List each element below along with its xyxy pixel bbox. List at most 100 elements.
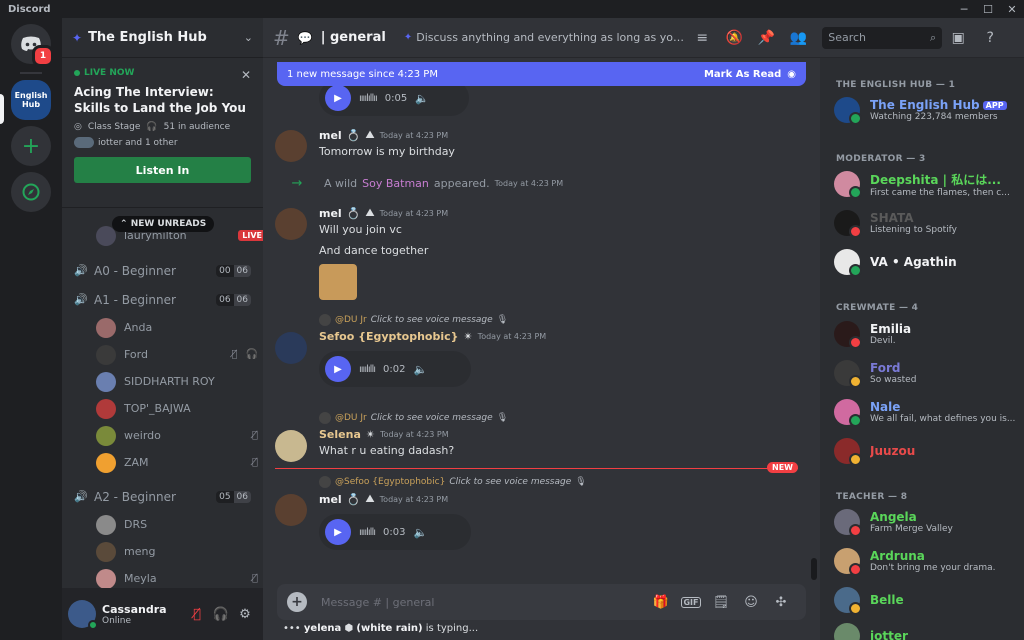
voice-channel-a2[interactable]: 🔊 A2 - Beginner 05 06 <box>62 482 263 511</box>
reply-preview[interactable]: @DU Jr Click to see voice message 🎙 <box>319 412 805 424</box>
add-server-button[interactable]: + <box>11 126 51 166</box>
member-item[interactable]: Angela Farm Merge Valley <box>834 504 1020 540</box>
message: mel 💍 ⛰ Today at 4:23 PM Tomorrow is my bir… <box>275 128 805 162</box>
window-title: Discord <box>8 3 51 15</box>
help-icon[interactable]: ? <box>974 26 1006 50</box>
new-messages-bar[interactable]: 1 new message since 4:23 PM Mark As Read… <box>277 62 806 86</box>
voice-user[interactable]: TOP'_BAJWA <box>96 395 263 422</box>
timestamp: Today at 4:23 PM <box>380 430 449 439</box>
mountain-icon: ⛰ <box>365 206 375 219</box>
scrollbar-thumb[interactable] <box>811 558 817 580</box>
gift-icon[interactable]: 🎁 <box>646 595 676 610</box>
sticker-image[interactable] <box>319 264 357 300</box>
volume-icon[interactable]: 🔈 <box>415 92 429 105</box>
joined-user[interactable]: Soy Batman <box>362 177 429 190</box>
message-author[interactable]: Selena <box>319 428 361 441</box>
mute-mic-icon[interactable]: 🎙̸ <box>185 602 209 626</box>
headphones-icon[interactable]: 🎧 <box>209 602 233 626</box>
message-author[interactable]: mel <box>319 207 342 220</box>
member-item[interactable]: iotter <box>834 618 1020 640</box>
gif-button[interactable]: GIF <box>681 596 701 608</box>
dnd-status-icon <box>849 336 862 349</box>
reply-preview[interactable]: @Sefoo {Egyptophobic} Click to see voice … <box>319 476 805 488</box>
member-item[interactable]: Emilia Devil. <box>834 316 1020 352</box>
member-item[interactable]: Deepshita | 私には... First came the flames,… <box>834 166 1020 202</box>
search-input[interactable]: Search ⌕ <box>822 26 943 49</box>
member-item[interactable]: VA • Agathin <box>834 244 1020 280</box>
attach-plus-icon[interactable]: + <box>287 592 307 612</box>
message-input[interactable]: Message # | general <box>321 596 646 609</box>
channel-topic[interactable]: Discuss anything and everything as long … <box>416 31 686 44</box>
listen-in-button[interactable]: Listen In <box>74 157 251 183</box>
message-author[interactable]: mel <box>319 129 342 142</box>
voice-channel-a0[interactable]: 🔊 A0 - Beginner 00 06 <box>62 256 263 285</box>
user-status: Online <box>102 615 132 626</box>
mobile-status-icon <box>849 414 862 427</box>
server-english-hub[interactable]: English Hub <box>11 80 51 120</box>
volume-icon[interactable]: 🔈 <box>413 363 427 376</box>
user-avatar[interactable] <box>68 600 98 630</box>
user-count: 06 06 <box>216 293 251 306</box>
selected-server-indicator <box>0 94 4 124</box>
member-item[interactable]: SHATA Listening to Spotify <box>834 205 1020 241</box>
member-item[interactable]: Ardruna Don't bring me your drama. <box>834 543 1020 579</box>
member-item[interactable]: Ford So wasted <box>834 355 1020 391</box>
guild-header[interactable]: ✦ The English Hub ⌄ <box>62 18 263 58</box>
close-icon[interactable]: ✕ <box>241 68 251 82</box>
explore-servers-button[interactable] <box>11 172 51 212</box>
close-window-icon[interactable]: ✕ <box>1000 0 1024 18</box>
members-icon[interactable]: 👥 <box>782 26 814 50</box>
member-item[interactable]: Belle <box>834 582 1020 618</box>
username: Cassandra <box>102 602 167 616</box>
mark-as-read-button[interactable]: Mark As Read <box>704 69 781 80</box>
play-icon[interactable]: ▶ <box>325 519 351 545</box>
emoji-icon[interactable]: ☺ <box>736 595 766 610</box>
member-item[interactable]: Nale We all fail, what defines you is... <box>834 394 1020 430</box>
pin-icon[interactable]: 📌 <box>750 26 782 50</box>
member-status: Farm Merge Valley <box>870 524 953 534</box>
voice-user[interactable]: DRS <box>96 511 263 538</box>
voice-user[interactable]: ZAM 🎙̸ <box>96 449 263 476</box>
home-button[interactable]: 1 <box>11 24 54 67</box>
avatar[interactable] <box>275 208 307 240</box>
member-item[interactable]: The English Hub APP Watching 223,784 memb… <box>834 92 1020 128</box>
channel-name: A2 - Beginner <box>94 489 176 504</box>
member-status: We all fail, what defines you is... <box>870 414 1016 424</box>
member-status: Devil. <box>870 336 896 346</box>
new-unreads-button[interactable]: ⌃ NEW UNREADS <box>112 216 215 232</box>
mic-icon: 🎙 <box>575 477 587 487</box>
speaker-icon: 🔊 <box>74 264 88 277</box>
member-name: Deepshita | 私には... <box>870 172 1001 187</box>
avatar[interactable] <box>275 430 307 462</box>
channel-list: laurymilton LIVE ⌃ NEW UNREADS 🔊 A0 - Be… <box>62 208 263 606</box>
volume-icon[interactable]: 🔈 <box>413 526 427 539</box>
member-item[interactable]: Juuzou <box>834 433 1020 469</box>
avatar[interactable] <box>275 130 307 162</box>
avatar[interactable] <box>275 494 307 526</box>
message-author[interactable]: Sefoo {Egyptophobic} <box>319 330 458 343</box>
idle-status-icon <box>849 453 862 466</box>
notifications-muted-icon[interactable]: 🔕 <box>718 26 750 50</box>
voice-user[interactable]: SIDDHARTH ROY <box>96 368 263 395</box>
inbox-icon[interactable]: ▣ <box>942 26 974 50</box>
message-author[interactable]: mel <box>319 493 342 506</box>
maximize-icon[interactable]: ☐ <box>976 0 1000 18</box>
voice-channel-a1[interactable]: 🔊 A1 - Beginner 06 06 <box>62 285 263 314</box>
member-group-header: CREWMATE — 4 <box>836 303 919 313</box>
voice-user[interactable]: Anda <box>96 314 263 341</box>
member-name: Ford <box>870 361 901 375</box>
play-icon[interactable]: ▶ <box>325 356 351 382</box>
avatar[interactable] <box>275 332 307 364</box>
play-icon[interactable]: ▶ <box>325 85 351 111</box>
minimize-icon[interactable]: ─ <box>952 0 976 18</box>
apps-icon[interactable]: ✣ <box>766 595 796 610</box>
gear-icon[interactable]: ⚙ <box>233 602 257 626</box>
voice-user[interactable]: meng <box>96 538 263 565</box>
voice-user[interactable]: weirdo 🎙̸ <box>96 422 263 449</box>
reply-preview[interactable]: @DU Jr Click to see voice message 🎙 <box>319 314 805 326</box>
sticker-icon[interactable]: 🗒 <box>706 595 736 610</box>
voice-user[interactable]: Ford 🎙̸ 🎧 <box>96 341 263 368</box>
join-arrow-icon: → <box>291 176 303 191</box>
user-info[interactable]: Cassandra Online <box>102 603 185 626</box>
threads-icon[interactable]: ≡ <box>686 26 718 50</box>
